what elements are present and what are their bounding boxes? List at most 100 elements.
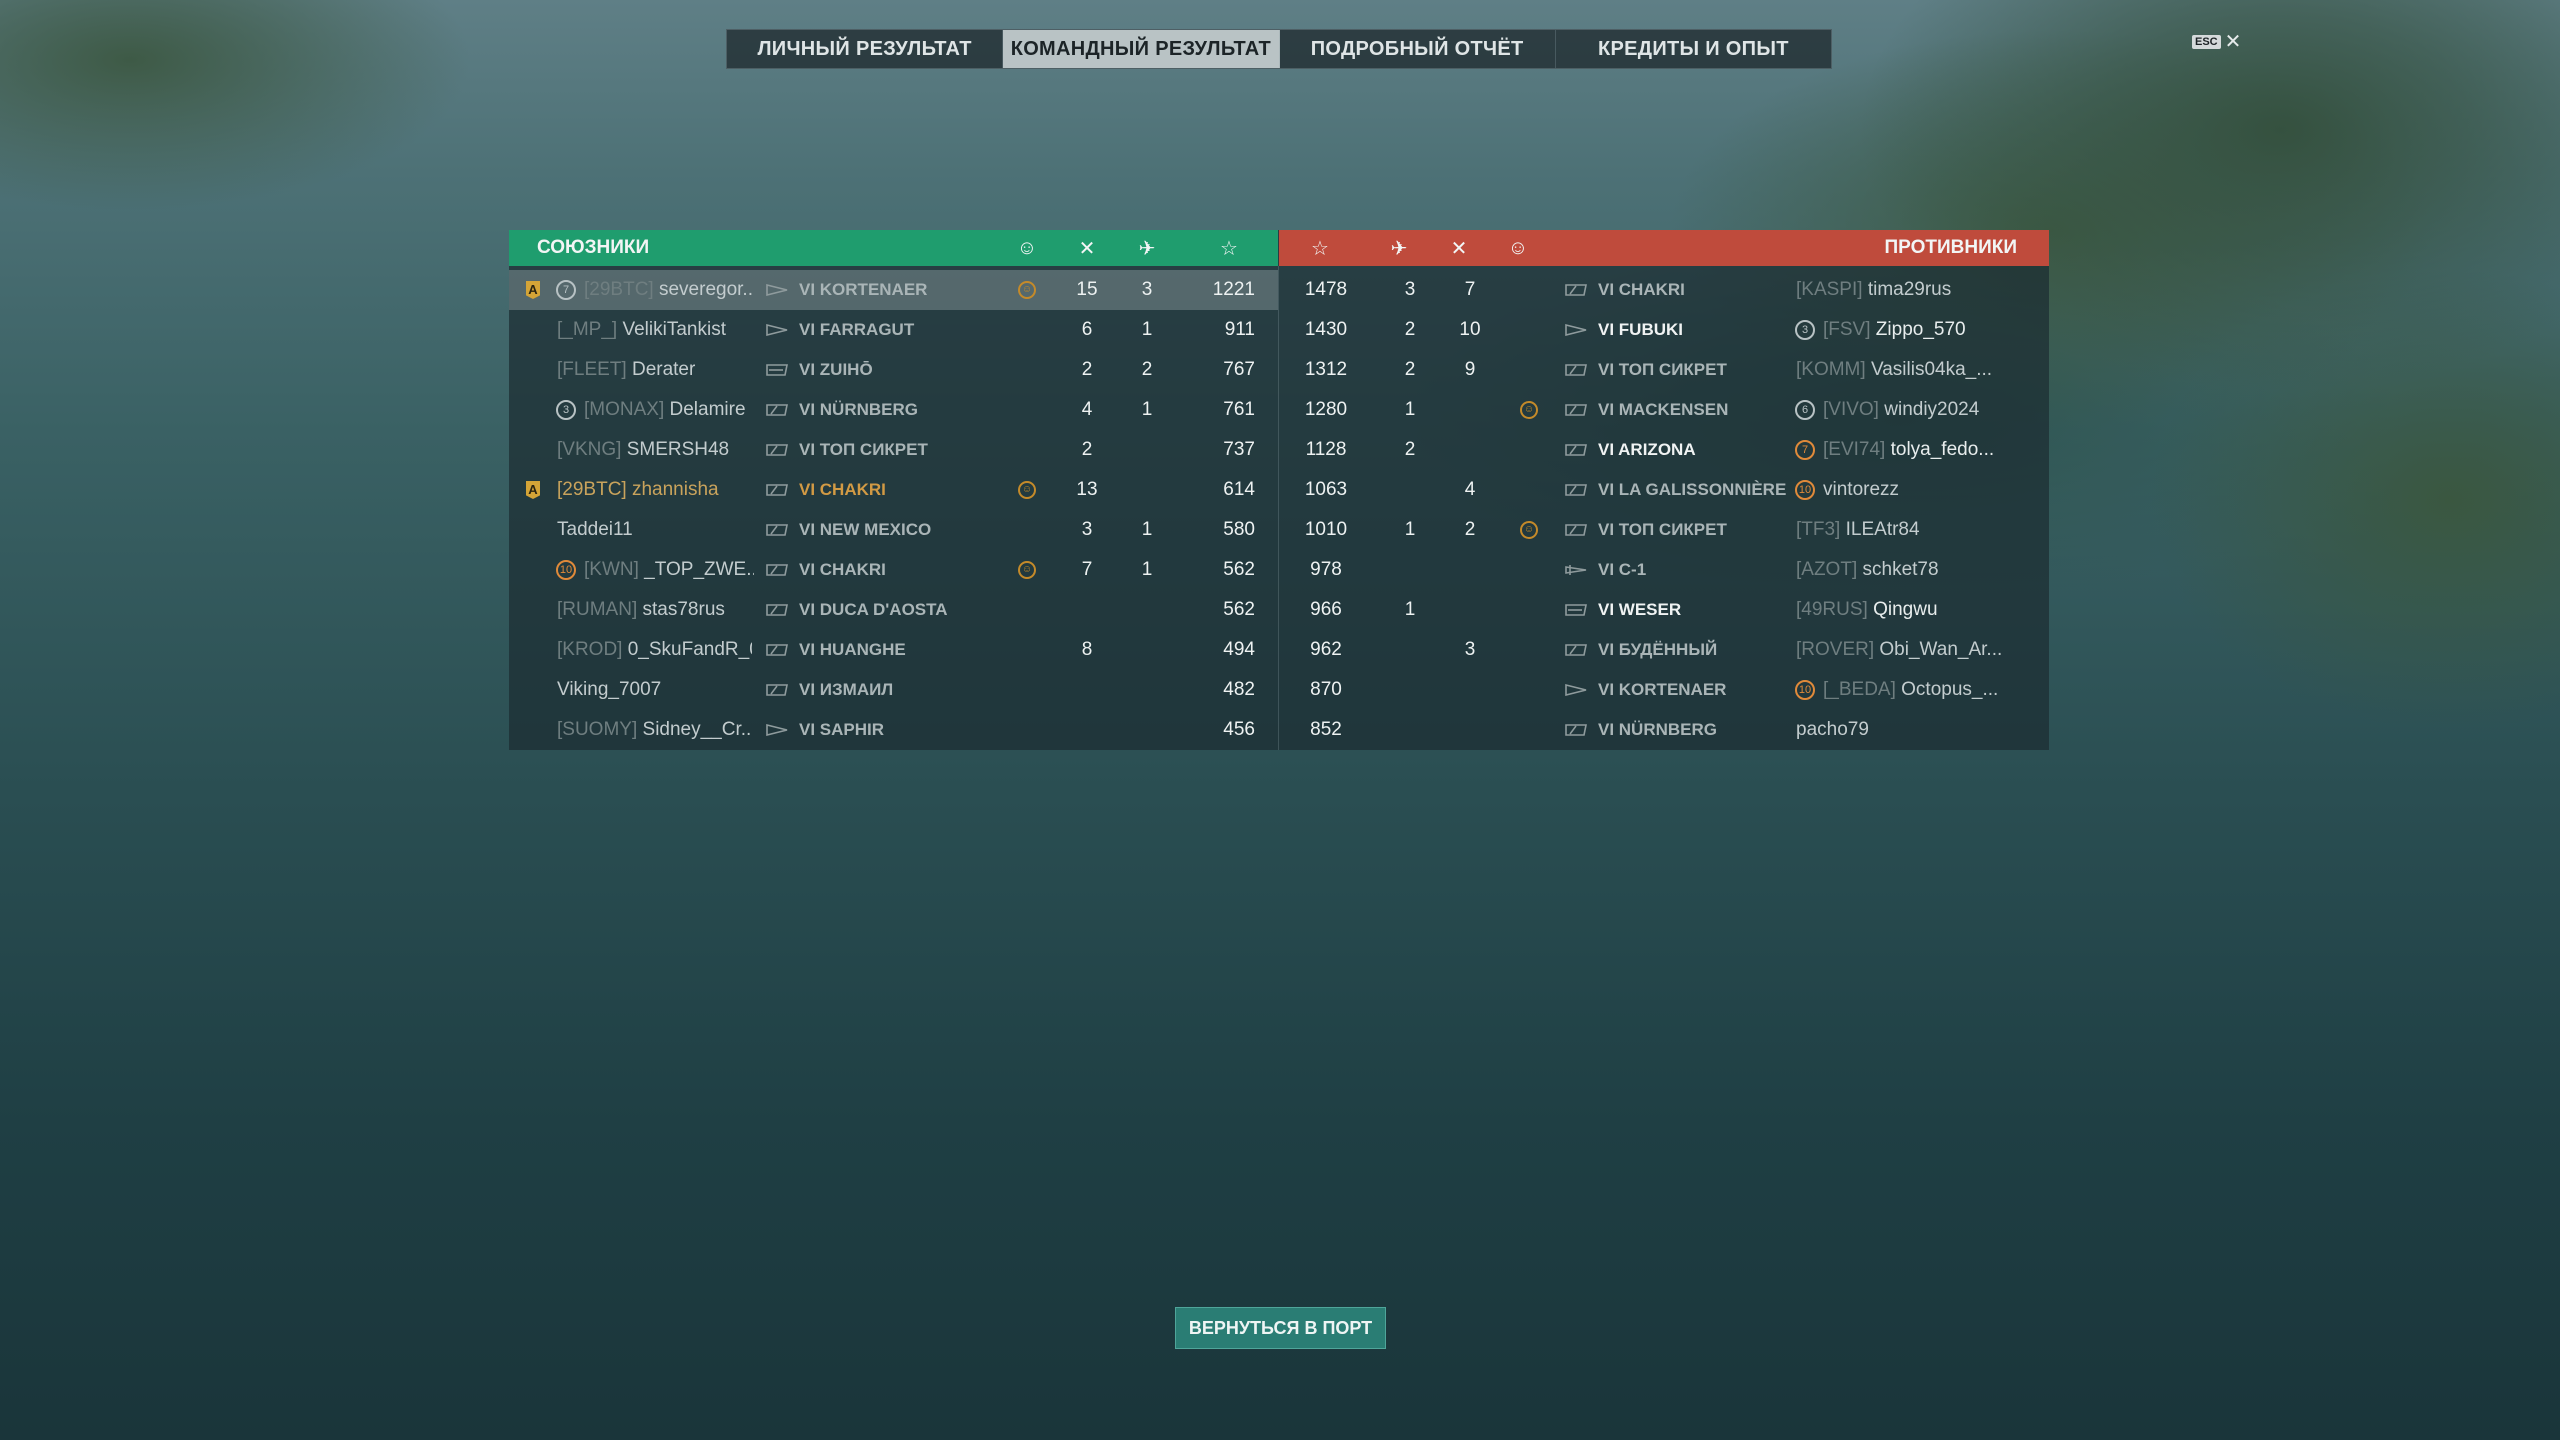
planes-count (1122, 470, 1172, 510)
cruiser-class-icon (766, 604, 788, 616)
kills-count: 6 (1081, 319, 1093, 340)
cruiser-class-icon (1565, 404, 1587, 416)
enemy-player[interactable]: [VIVO] windiy2024 (1823, 390, 2023, 430)
crossed-swords-icon: ✕ (1078, 237, 1096, 260)
clan-tag: [SUOMY] (557, 719, 638, 740)
score-value: 1221 (1212, 279, 1255, 300)
destroyer-class-icon (766, 724, 788, 736)
ally-player[interactable]: [29BTC] zhannisha (557, 470, 752, 510)
ally-player[interactable]: Taddei11 (557, 510, 752, 550)
player-row: [KROD] 0_SkuFandR_0 VI HUANGHE 8 494 962 3 VI … (509, 630, 2049, 670)
ally-player[interactable]: [FLEET] Derater (557, 350, 752, 390)
score-value: 494 (1223, 639, 1255, 660)
clan-tag: [FLEET] (557, 359, 627, 380)
enemy-player[interactable]: [KOMM] Vasilis04ka_... (1796, 350, 2021, 390)
ship-name: VI C-1 (1598, 560, 1647, 579)
kills-count (1062, 670, 1112, 710)
clan-tag: [RUMAN] (557, 599, 638, 620)
score-value: 978 (1310, 559, 1342, 580)
enemy-player[interactable]: [EVI74] tolya_fedo... (1823, 430, 2023, 470)
score-value: 562 (1223, 559, 1255, 580)
cruiser-class-icon (1565, 364, 1587, 376)
planes-count (1385, 670, 1435, 710)
clan-tag: [ROVER] (1796, 639, 1875, 660)
ship-name: VI БУДЁННЫЙ (1598, 640, 1718, 659)
player-name: Taddei11 (557, 519, 633, 540)
ally-player[interactable]: [VKNG] SMERSH48 (557, 430, 752, 470)
tab-detailed-report[interactable]: ПОДРОБНЫЙ ОТЧЁТ (1280, 30, 1556, 68)
ally-player[interactable]: [KWN] _TOP_ZWE... (584, 550, 754, 590)
ribbon-medal-icon: ☺ (1016, 236, 1038, 259)
close-icon[interactable]: ✕ (2225, 32, 2242, 52)
enemy-player[interactable]: [ROVER] Obi_Wan_Ar... (1796, 630, 2021, 670)
ribbon-medal-icon: ☺ (1018, 561, 1036, 579)
score-value: 767 (1223, 359, 1255, 380)
player-name: severegor... (658, 279, 754, 300)
player-name: vintorezz (1823, 479, 1900, 500)
player-row: [SUOMY] Sidney__Cr... VI SAPHIR 456 852 VI N… (509, 710, 2049, 750)
enemy-player[interactable]: [AZOT] schket78 (1796, 550, 2021, 590)
planes-count: 2 (1404, 359, 1416, 380)
enemy-player[interactable]: [_BEDA] Octopus_... (1823, 670, 2023, 710)
score-value: 761 (1223, 399, 1255, 420)
kills-count: 4 (1464, 479, 1476, 500)
kills-count (1445, 590, 1495, 630)
plane-down-icon: ✈ (1390, 237, 1408, 260)
planes-count: 2 (1141, 359, 1153, 380)
planes-count (1385, 710, 1435, 750)
ally-player[interactable]: Viking_7007 (557, 670, 752, 710)
planes-count: 1 (1141, 559, 1153, 580)
enemy-player[interactable]: pacho79 (1796, 710, 2021, 750)
ally-player[interactable]: [29BTC] severegor... (584, 270, 754, 310)
planes-count (1122, 630, 1172, 670)
cruiser-class-icon (766, 644, 788, 656)
tab-personal-result[interactable]: ЛИЧНЫЙ РЕЗУЛЬТАТ (727, 30, 1004, 68)
score-value: 852 (1310, 719, 1342, 740)
player-name: schket78 (1862, 559, 1939, 580)
player-name: Viking_7007 (557, 679, 662, 700)
cruiser-class-icon (766, 404, 788, 416)
tab-team-result[interactable]: КОМАНДНЫЙ РЕЗУЛЬТАТ (1003, 30, 1280, 68)
star-icon: ☆ (1220, 237, 1238, 260)
return-to-port-button[interactable]: ВЕРНУТЬСЯ В ПОРТ (1175, 1307, 1386, 1349)
score-value: 1312 (1304, 359, 1348, 380)
enemy-player[interactable]: [FSV] Zippo_570 (1823, 310, 2023, 350)
enemy-player[interactable]: [49RUS] Qingwu (1796, 590, 2021, 630)
clan-tag: [29BTC] (557, 479, 627, 500)
kills-count (1062, 590, 1112, 630)
destroyer-class-icon (1565, 684, 1587, 696)
player-name: VelikiTankist (622, 319, 726, 340)
player-name: SMERSH48 (626, 439, 730, 460)
kills-count: 2 (1081, 439, 1093, 460)
tab-credits-xp[interactable]: КРЕДИТЫ И ОПЫТ (1556, 30, 1831, 68)
clan-tag: [KROD] (557, 639, 623, 660)
ship-name: VI NÜRNBERG (799, 400, 919, 419)
clan-tag: [_BEDA] (1823, 679, 1896, 700)
kills-count (1062, 710, 1112, 750)
enemy-player[interactable]: vintorezz (1823, 470, 2023, 510)
enemy-player[interactable]: [KASPI] tima29rus (1796, 270, 2021, 310)
enemy-player[interactable]: [TF3] ILEAtr84 (1796, 510, 2021, 550)
player-name: Obi_Wan_Ar... (1879, 639, 2003, 660)
cruiser-class-icon (766, 684, 788, 696)
kills-count (1445, 430, 1495, 470)
player-name: Octopus_... (1901, 679, 1999, 700)
ally-player[interactable]: [_MP_] VelikiTankist (557, 310, 752, 350)
cruiser-class-icon (1565, 644, 1587, 656)
ship-name: VI DUCA D'AOSTA (799, 600, 948, 619)
close-button[interactable]: ESC ✕ (2192, 32, 2242, 52)
score-value: 1430 (1304, 319, 1348, 340)
cruiser-class-icon (1565, 484, 1587, 496)
rank-badge: 7 (1795, 440, 1815, 460)
player-name: zhannisha (631, 479, 719, 500)
battleship-class-icon (766, 364, 788, 376)
score-value: 1128 (1305, 439, 1347, 460)
ally-player[interactable]: [RUMAN] stas78rus (557, 590, 752, 630)
clan-tag: [29BTC] (584, 279, 654, 300)
ally-player[interactable]: [SUOMY] Sidney__Cr... (557, 710, 752, 750)
team-result-table: СОЮЗНИКИ ☺ ✕ ✈ ☆ ☆ ✈ ✕ ☺ ПРОТИВНИКИ A 7 [2… (509, 230, 2049, 750)
clan-tag: [_MP_] (557, 319, 618, 340)
ally-player[interactable]: [MONAX] Delamire (584, 390, 754, 430)
cruiser-class-icon (766, 444, 788, 456)
ally-player[interactable]: [KROD] 0_SkuFandR_0 (557, 630, 752, 670)
